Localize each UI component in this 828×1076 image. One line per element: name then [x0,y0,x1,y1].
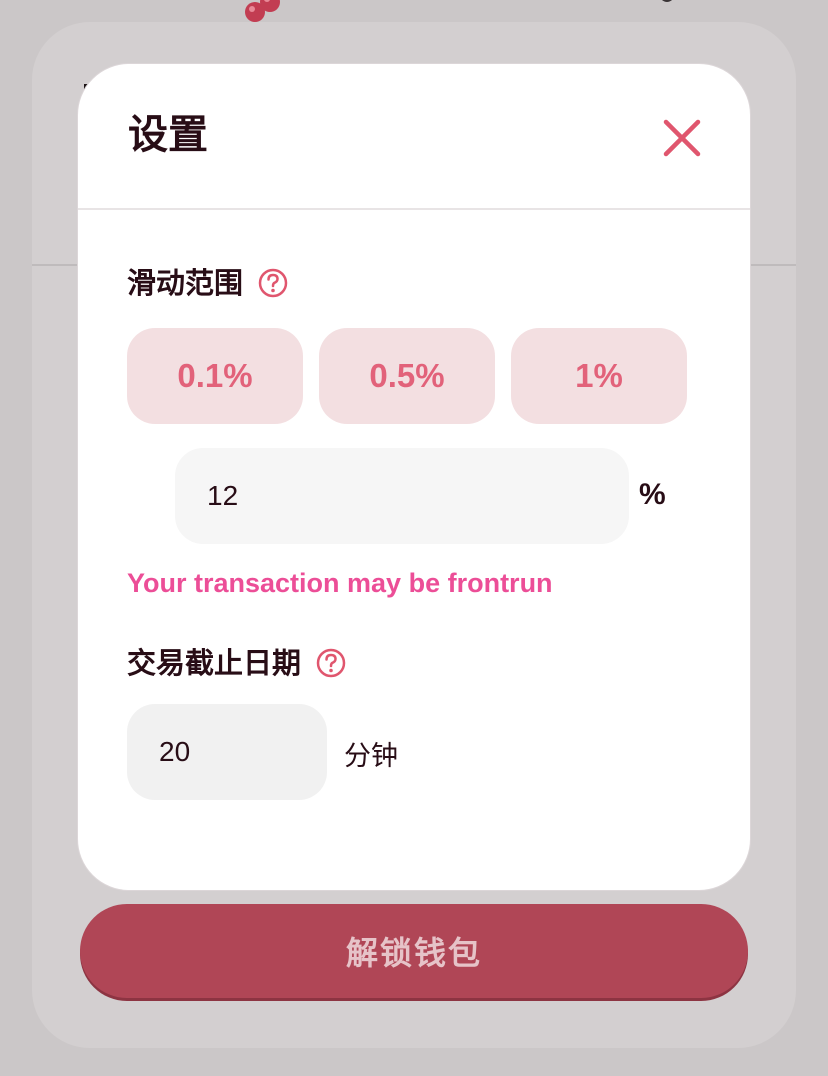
close-icon[interactable] [658,114,706,162]
modal-header: 设置 [78,64,750,210]
deadline-label: 交易截止日期 [127,646,302,680]
slippage-option-1[interactable]: 1% [511,328,687,424]
slippage-label-row: 滑动范围 [127,265,289,301]
help-icon[interactable] [257,267,289,299]
slippage-custom-value: 12 [207,480,239,511]
modal-title: 设置 [128,112,208,158]
deadline-label-row: 交易截止日期 [127,645,347,681]
slippage-label: 滑动范围 [127,266,244,300]
deadline-value: 20 [159,736,191,767]
help-icon[interactable] [315,647,347,679]
settings-modal: 设置 滑动范围 0.1% 0.5% 1% 12 % Your transacti… [77,63,751,891]
slippage-unit: % [639,478,666,511]
page: 解锁钱包 设置 滑动范围 0.1% 0.5% 1% 12 % Your tran… [0,0,828,1076]
slippage-option-0-5[interactable]: 0.5% [319,328,495,424]
frontrun-warning: Your transaction may be frontrun [127,568,553,598]
deadline-unit: 分钟 [344,741,398,772]
deadline-input[interactable]: 20 [127,704,327,800]
slippage-option-0-1[interactable]: 0.1% [127,328,303,424]
unlock-wallet-button[interactable]: 解锁钱包 [80,904,748,998]
menu-icon[interactable] [657,0,677,2]
slippage-custom-input[interactable]: 12 [175,448,629,544]
